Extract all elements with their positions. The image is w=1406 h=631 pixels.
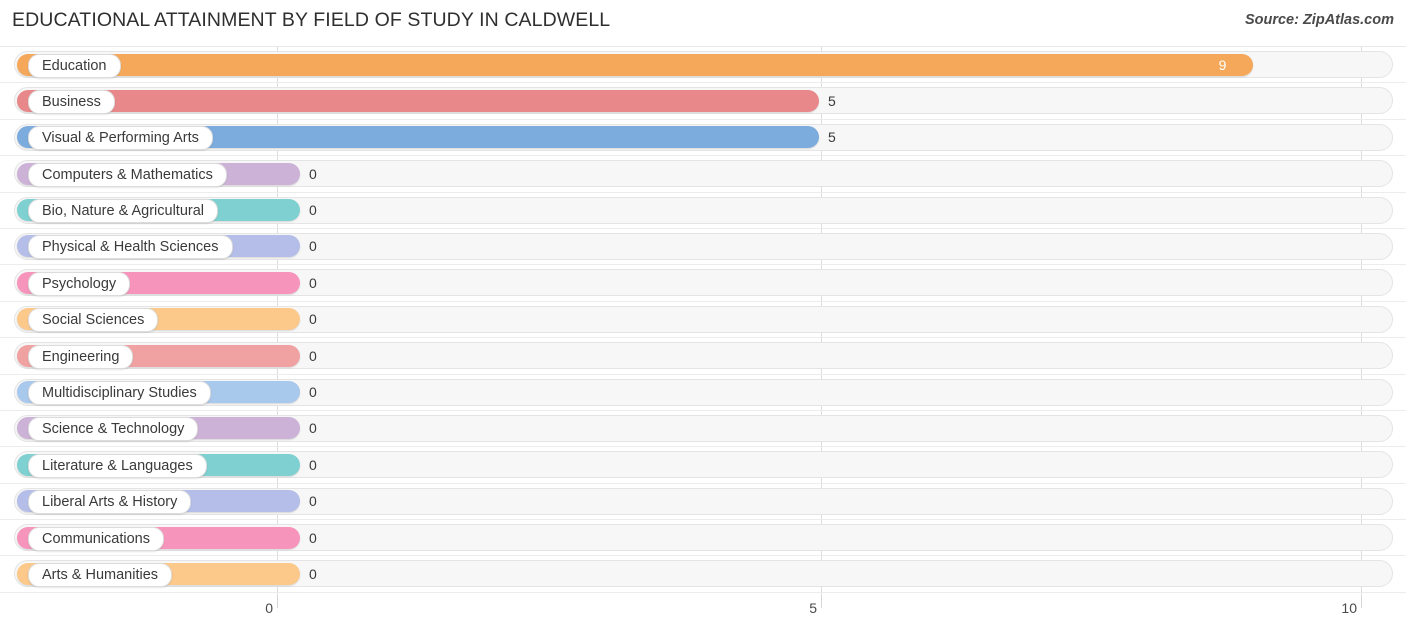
bar-value-label: 0 <box>309 384 317 401</box>
bar-category-label: Social Sciences <box>28 308 159 333</box>
bar-row: Psychology 0 <box>0 265 1406 302</box>
bar-category-label: Communications <box>28 526 164 551</box>
source-attribution: Source: ZipAtlas.com <box>1244 12 1394 28</box>
bar-category-label: Liberal Arts & History <box>28 490 192 515</box>
bar-category-label: Business <box>28 89 115 114</box>
row-separator <box>0 591 1406 593</box>
x-axis: 0 5 10 <box>0 595 1406 631</box>
bar-value-label: 0 <box>309 274 317 291</box>
bar-category-label: Physical & Health Sciences <box>28 235 233 260</box>
axis-tick-mark <box>821 595 822 608</box>
bar-value-label: 0 <box>309 165 317 182</box>
bar-value-label: 0 <box>309 238 317 255</box>
bar-category-label: Arts & Humanities <box>28 562 173 587</box>
chart-plot-area: Education 9 Business 5 Visual & Performing A… <box>0 46 1406 595</box>
bar-value-label: 0 <box>309 456 317 473</box>
chart-header: EDUCATIONAL ATTAINMENT BY FIELD OF STUDY… <box>0 0 1406 40</box>
bar[interactable] <box>17 89 819 112</box>
bar-value-label: 0 <box>309 493 317 510</box>
bar-row: Education 9 <box>0 47 1406 84</box>
bar-value-label: 5 <box>828 92 836 109</box>
bar-row: Visual & Performing Arts 5 <box>0 120 1406 157</box>
page-title: EDUCATIONAL ATTAINMENT BY FIELD OF STUDY… <box>12 9 611 31</box>
bar-category-label: Education <box>28 53 121 78</box>
bar-row: Multidisciplinary Studies 0 <box>0 375 1406 411</box>
bar-row: Engineering 0 <box>0 338 1406 375</box>
bar-value-label: 0 <box>309 529 317 546</box>
bar-category-label: Computers & Mathematics <box>28 162 227 187</box>
bar-value-label: 5 <box>828 129 836 146</box>
bar-row: Physical & Health Sciences 0 <box>0 229 1406 266</box>
bar-value-label: 0 <box>309 202 317 219</box>
bar-row: Business 5 <box>0 83 1406 120</box>
axis-tick-label: 0 <box>265 600 273 616</box>
bar-category-label: Literature & Languages <box>28 453 207 478</box>
bar-row: Liberal Arts & History 0 <box>0 484 1406 521</box>
bar-value-label: 0 <box>309 311 317 328</box>
bar-category-label: Psychology <box>28 271 131 296</box>
bar-row: Bio, Nature & Agricultural 0 <box>0 193 1406 229</box>
axis-tick-mark <box>277 595 278 608</box>
bar-value-label: 9 <box>1218 56 1227 73</box>
bar-row: Social Sciences 0 <box>0 302 1406 339</box>
axis-tick-mark <box>1361 595 1362 608</box>
bar-value-label: 0 <box>309 347 317 364</box>
bar-value-label: 0 <box>309 565 317 582</box>
bar-row: Literature & Languages 0 <box>0 447 1406 484</box>
bar-category-label: Bio, Nature & Agricultural <box>28 199 218 224</box>
bar-row: Communications 0 <box>0 520 1406 557</box>
bar-rows: Education 9 Business 5 Visual & Performing A… <box>0 47 1406 593</box>
bar-category-label: Engineering <box>28 344 134 369</box>
bar-row: Arts & Humanities 0 <box>0 556 1406 593</box>
bar[interactable] <box>17 53 1253 76</box>
bar-category-label: Science & Technology <box>28 417 199 442</box>
axis-tick-label: 5 <box>809 600 817 616</box>
bar-row: Computers & Mathematics 0 <box>0 156 1406 193</box>
bar-category-label: Multidisciplinary Studies <box>28 381 211 406</box>
axis-tick-label: 10 <box>1341 600 1357 616</box>
bar-row: Science & Technology 0 <box>0 411 1406 448</box>
bar-value-label: 0 <box>309 420 317 437</box>
bar-category-label: Visual & Performing Arts <box>28 126 213 151</box>
